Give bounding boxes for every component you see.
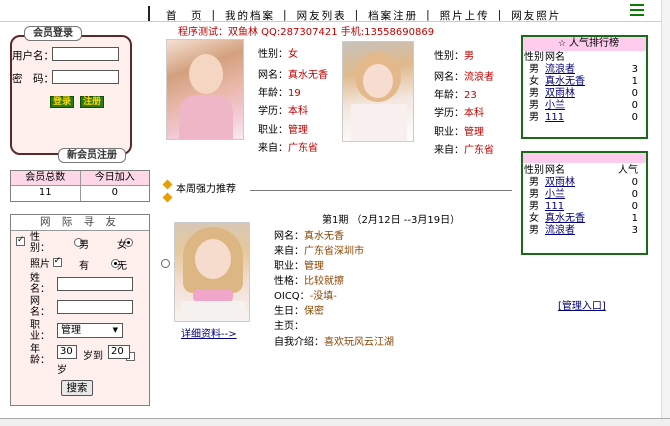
contact-info: 程序测试：双鱼林 QQ:287307421 手机:13558690869: [178, 27, 435, 38]
password-label: 密 码：: [12, 73, 54, 85]
status-bar: [0, 418, 670, 426]
weekly-oicq: OICQ：-没填-: [274, 291, 337, 302]
password-input[interactable]: [52, 70, 119, 84]
profile-2-edu: 学历：本科: [434, 108, 484, 119]
new-members-title-bar: [523, 153, 646, 163]
weekly-from: 来自：广东省深圳市: [274, 246, 364, 257]
username-input[interactable]: [52, 47, 119, 61]
weekly-period: 第1期 （2月12日 --3月19日）: [322, 215, 461, 226]
profile-1-nick: 网名：真水无香: [258, 70, 328, 81]
profile-2-nick: 网名：流浪者: [434, 72, 494, 83]
new-col-pop: 人气: [618, 165, 638, 176]
profile-2-from: 来自：广东省: [434, 145, 494, 156]
diamond-icon: [162, 192, 173, 203]
age-to-input[interactable]: 20: [108, 345, 130, 359]
profile-1-from: 来自：广东省: [258, 143, 318, 154]
nav-decor: [148, 6, 158, 22]
profile-2-age: 年龄：23: [434, 90, 477, 101]
photo-yes-label: 有: [79, 261, 89, 272]
vertical-scrollbar[interactable]: [661, 0, 670, 418]
photo-checkbox[interactable]: [52, 256, 62, 267]
weekly-nick: 网名：真水无香: [274, 231, 344, 242]
search-button[interactable]: 搜索: [61, 380, 93, 396]
diamond-icon: [162, 179, 173, 190]
name-label: 姓名：: [30, 273, 50, 295]
chevron-down-icon: ▼: [112, 326, 118, 334]
register-button[interactable]: 注册: [80, 96, 105, 108]
search-title: 网 际 寻 友: [11, 215, 149, 231]
age-from-input[interactable]: 30: [57, 345, 77, 359]
rank-row: 男双雨林 0: [529, 88, 638, 99]
nick-label: 网名：: [30, 296, 50, 318]
photo-no-label: 无: [117, 261, 127, 272]
profile-2-gender: 性别：男: [434, 51, 474, 62]
new-col-gender: 性别: [524, 165, 544, 176]
photo-label: 照片: [30, 259, 50, 270]
member-stats: 会员总数 今日加入 11 0: [10, 170, 150, 202]
stats-total-header: 会员总数: [25, 172, 66, 183]
gender-female-label: 女: [117, 240, 127, 251]
photo-no-radio[interactable]: [160, 259, 170, 268]
rank-title-bar: ☆ 人气排行榜: [523, 37, 646, 51]
profile-photo-1[interactable]: [166, 39, 244, 140]
nick-input[interactable]: [57, 300, 133, 314]
age-unit-label: 岁: [57, 365, 67, 376]
new-member-row: 男双雨林 0: [529, 177, 638, 188]
weekly-photo[interactable]: [174, 222, 250, 322]
gender-label: 性别：: [30, 232, 50, 254]
weekly-rule: [250, 190, 512, 191]
profile-2-job: 职业：管理: [434, 127, 484, 138]
job-select-value: 管理: [61, 325, 81, 336]
age-to-label: 岁到: [83, 351, 103, 362]
profile-1-job: 职业：管理: [258, 125, 308, 136]
details-link[interactable]: 详细资料-->: [181, 325, 237, 340]
job-select[interactable]: 管理 ▼: [57, 323, 123, 338]
rank-col-gender: 性别: [524, 52, 544, 63]
stats-total-value: 11: [38, 187, 52, 198]
weekly-birthday: 生日：保密: [274, 306, 324, 317]
name-input[interactable]: [57, 277, 133, 291]
rank-title: 人气排行榜: [568, 38, 619, 49]
new-member-row: 女真水无香 1: [529, 213, 638, 224]
weekly-title: 本周强力推荐: [176, 184, 236, 195]
profile-photo-2[interactable]: [342, 41, 414, 142]
login-button[interactable]: 登录: [50, 96, 75, 108]
age-label: 年龄：: [30, 344, 50, 366]
rank-row: 男流浪者 3: [529, 64, 638, 75]
new-member-row: 男流浪者 3: [529, 225, 638, 236]
rank-row: 男小兰 0: [529, 100, 638, 111]
weekly-job: 职业：管理: [274, 261, 324, 272]
admin-link[interactable]: [管理入口]: [558, 297, 606, 312]
login-title: 会员登录: [24, 26, 82, 41]
weekly-intro: 自我介绍：喜欢玩风云江湖: [274, 337, 394, 348]
ranking-icon: ☆: [558, 39, 569, 49]
new-member-register-link[interactable]: 新会员注册: [58, 148, 126, 163]
stats-today-value: 0: [79, 186, 150, 201]
job-label: 职业：: [30, 320, 50, 342]
main-nav: 首 页 | 我的档案 | 网友列表 | 档案注册 | 照片上传 | 网友照片: [160, 8, 628, 22]
stats-today-header: 今日加入: [79, 171, 150, 185]
profile-1-edu: 学历：本科: [258, 106, 308, 117]
gender-male-label: 男: [79, 240, 89, 251]
rank-row: 女真水无香 1: [529, 76, 638, 87]
new-members-panel: 性别 网名 人气 男双雨林 0 男小兰 0 男 111 0 女真水无香 1 男流浪者 3: [521, 151, 648, 255]
gender-checkbox[interactable]: [16, 235, 25, 246]
rank-row: 男 111 0: [529, 112, 638, 123]
profile-1-gender: 性别：女: [258, 49, 298, 60]
new-member-row: 男 111 0: [529, 201, 638, 212]
nav-rule: [0, 21, 670, 22]
weekly-homepage: 主页：: [274, 321, 304, 332]
new-col-name: 网名: [545, 165, 565, 176]
profile-1-age: 年龄：19: [258, 88, 301, 99]
nav-right-decor: [630, 4, 648, 20]
new-member-row: 男小兰 0: [529, 189, 638, 200]
popularity-ranking-panel: ☆ 人气排行榜 性别 网名 男流浪者 3 女真水无香 1 男双雨林 0 男小兰 0 男 11…: [521, 35, 648, 139]
rank-col-name: 网名: [545, 52, 565, 63]
username-label: 用户名：: [12, 50, 54, 62]
weekly-character: 性格：比较就擦: [274, 276, 344, 287]
